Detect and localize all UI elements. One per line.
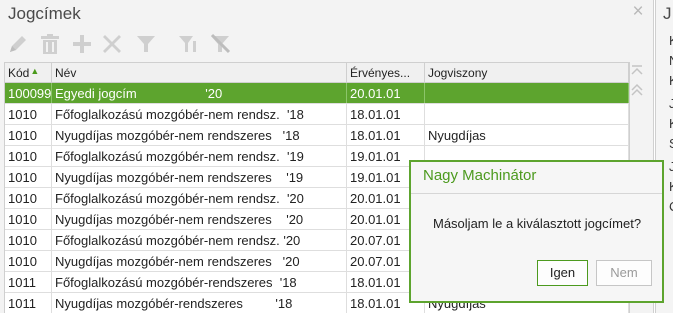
column-header-kod[interactable]: Kód▲ — [5, 63, 52, 82]
cell-kod: 1010 — [5, 230, 52, 250]
side-panel-label: N — [669, 53, 673, 68]
side-panel-label: J — [669, 159, 673, 174]
cell-kod: 1010 — [5, 209, 52, 229]
table-row[interactable]: 1010 Főfoglalkozású mozgóbér-nem rendsz. … — [5, 104, 629, 125]
cell-ervenyes: 18.01.01 — [347, 125, 425, 145]
side-panel-label: C — [669, 199, 673, 214]
cell-kod: 1010 — [5, 251, 52, 271]
table-row[interactable]: 100099 Egyedi jogcím '20 20.01.01 — [5, 83, 629, 104]
cell-jogviszony — [425, 104, 629, 124]
side-panel-label: S — [669, 136, 673, 151]
cell-nev: Főfoglalkozású mozgóbér-nem rendsz. '18 — [52, 104, 347, 124]
cell-kod: 1011 — [5, 293, 52, 313]
cell-nev: Nyugdíjas mozgóbér-nem rendszeres '18 — [52, 125, 347, 145]
side-panel-title: J — [663, 4, 672, 23]
panel-title: Jogcímek — [8, 4, 81, 23]
filter-icon[interactable] — [134, 32, 160, 56]
delete-icon[interactable] — [38, 32, 64, 56]
column-header-ervenyes[interactable]: Érvényes... — [347, 63, 425, 82]
yes-button[interactable]: Igen — [537, 260, 588, 286]
cell-nev: Nyugdíjas mozgóbér-nem rendszeres '19 — [52, 167, 347, 187]
sort-asc-icon: ▲ — [30, 66, 40, 76]
cell-nev: Főfoglalkozású mozgóbér-nem rendsz. '20 — [52, 230, 347, 250]
cell-kod: 1010 — [5, 146, 52, 166]
cell-kod: 1010 — [5, 188, 52, 208]
column-header-jogviszony[interactable]: Jogviszony — [425, 63, 629, 82]
side-panel-label: J — [669, 96, 673, 111]
cell-kod: 1010 — [5, 125, 52, 145]
no-button[interactable]: Nem — [596, 260, 652, 286]
dialog-title: Nagy Machinátor — [423, 167, 537, 184]
cell-ervenyes: 18.01.01 — [347, 104, 425, 124]
cell-nev: Főfoglalkozású mozgóbér-rendszeres '18 — [52, 272, 347, 292]
side-panel-label: K — [669, 33, 673, 48]
cell-nev: Főfoglalkozású mozgóbér-nem rendsz. '20 — [52, 188, 347, 208]
table-row[interactable]: 1010 Nyugdíjas mozgóbér-nem rendszeres '1… — [5, 125, 629, 146]
cell-jogviszony — [425, 83, 629, 103]
cell-kod: 1010 — [5, 104, 52, 124]
cell-nev: Nyugdíjas mozgóbér-nem rendszeres '20 — [52, 209, 347, 229]
confirm-dialog: Nagy Machinátor Másoljam le a kiválaszto… — [409, 160, 664, 303]
close-icon[interactable]: × — [630, 2, 646, 21]
scroll-top-icon[interactable] — [630, 64, 644, 78]
side-panel-label: K — [669, 179, 673, 194]
edit-icon[interactable] — [6, 32, 32, 56]
filter-add-icon[interactable] — [176, 32, 202, 56]
tools-icon[interactable] — [100, 32, 126, 56]
column-header-nev[interactable]: Név — [52, 63, 347, 82]
side-panel-label: K — [669, 73, 673, 88]
cell-kod: 1010 — [5, 167, 52, 187]
filter-clear-icon[interactable] — [208, 32, 234, 56]
add-icon[interactable] — [70, 32, 96, 56]
cell-ervenyes: 20.01.01 — [347, 83, 425, 103]
cell-jogviszony: Nyugdíjas — [425, 125, 629, 145]
scroll-page-up-icon[interactable] — [630, 83, 644, 97]
cell-nev: Nyugdíjas mozgóbér-nem rendszeres '20 — [52, 251, 347, 271]
dialog-divider — [411, 193, 662, 194]
cell-nev: Főfoglalkozású mozgóbér-nem rendsz. '19 — [52, 146, 347, 166]
dialog-message: Másoljam le a kiválasztott jogcímet? — [433, 216, 642, 231]
cell-kod: 1011 — [5, 272, 52, 292]
table-header: Kód▲ Név Érvényes... Jogviszony — [5, 63, 629, 83]
cell-nev: Nyugdíjas mozgóbér-rendszeres '18 — [52, 293, 347, 313]
cell-nev: Egyedi jogcím '20 — [52, 83, 347, 103]
toolbar — [6, 30, 266, 58]
side-panel-label: K — [669, 116, 673, 131]
cell-kod: 100099 — [5, 83, 52, 103]
